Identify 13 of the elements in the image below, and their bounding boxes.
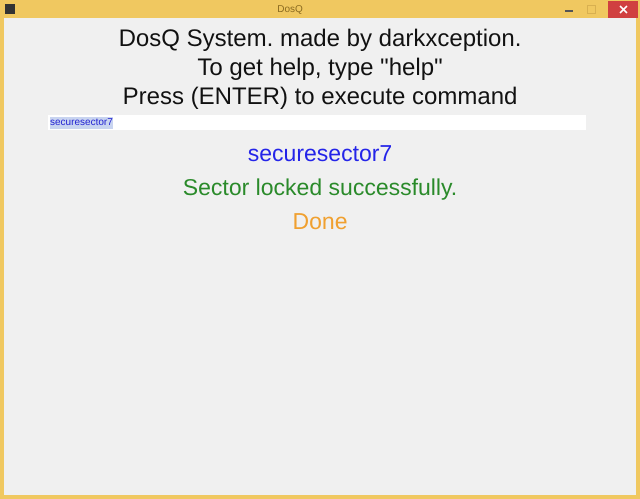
info-text: DosQ System. made by darkxception.	[118, 24, 522, 53]
output-line: securesector7	[248, 139, 392, 168]
info-text: To get help, type "help"	[197, 53, 443, 82]
output-line: Sector locked successfully.	[182, 173, 458, 202]
close-icon	[618, 4, 628, 14]
maximize-icon[interactable]	[587, 4, 596, 14]
output-line: Done	[292, 207, 348, 236]
minimize-icon[interactable]	[565, 10, 573, 12]
window-title: DosQ	[276, 4, 304, 14]
command-field[interactable]: securesector7	[48, 115, 586, 130]
close-button[interactable]	[608, 0, 638, 18]
info-text: Press (ENTER) to execute command	[122, 82, 518, 111]
app-icon[interactable]	[5, 4, 15, 14]
